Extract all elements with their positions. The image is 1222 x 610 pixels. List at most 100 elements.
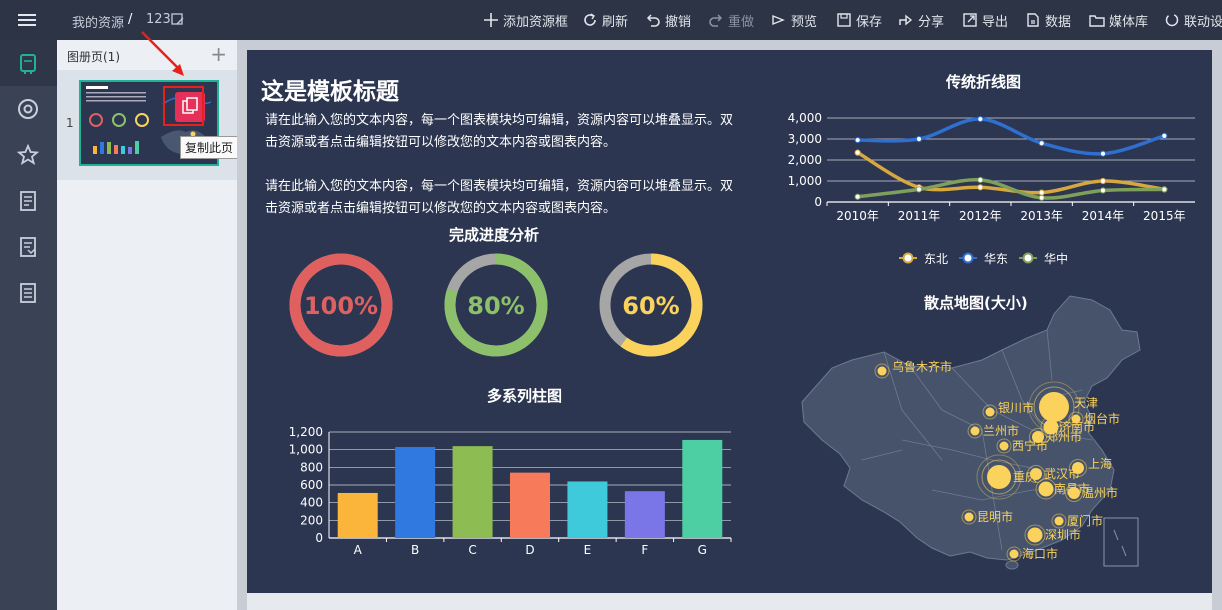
series-line-东北: [856, 151, 1165, 195]
share-icon: [899, 14, 913, 26]
favorites-tab-icon[interactable]: [14, 141, 42, 169]
city-point: [1038, 481, 1054, 497]
y-tick-label: 0: [315, 531, 323, 545]
bar-chart[interactable]: 0 200 400 600 800 1,000 1,200 A B C D E F G: [277, 422, 747, 567]
x-tick-label: B: [411, 543, 419, 557]
city-label: 兰州市: [983, 423, 1019, 438]
data-point: [854, 193, 861, 200]
y-tick-label: 1,000: [788, 174, 822, 188]
data-point: [1099, 187, 1107, 194]
redo-button[interactable]: 重做: [708, 10, 754, 30]
gauge-label: 80%: [467, 292, 524, 320]
data-point: [915, 186, 923, 193]
data-point: [1161, 186, 1168, 193]
add-resource-button[interactable]: 添加资源框: [483, 10, 568, 30]
city-point: [1030, 468, 1042, 480]
y-tick-label: 600: [300, 478, 323, 492]
document-tab-icon[interactable]: [14, 187, 42, 215]
x-tick-label: 2010年: [836, 209, 879, 223]
x-tick-label: 2015年: [1143, 209, 1186, 223]
data-point: [1099, 150, 1107, 157]
bar-b: [395, 447, 436, 538]
progress-chart-title: 完成进度分析: [449, 226, 540, 244]
note-tab-icon[interactable]: [14, 233, 42, 261]
bar-c: [452, 446, 493, 538]
bar-e: [567, 481, 608, 538]
pages-panel-header: 图册页(1): [67, 50, 120, 64]
breadcrumb-separator: /: [128, 12, 133, 27]
hamburger-menu-icon[interactable]: [18, 11, 36, 29]
city-point: [1054, 516, 1064, 526]
data-point: [854, 136, 861, 144]
legend-label: 东北: [924, 252, 948, 266]
city-point: [999, 441, 1009, 451]
data-point: [1038, 189, 1045, 196]
x-tick-label: 2014年: [1082, 209, 1125, 223]
city-label: 郑州市: [1046, 429, 1082, 444]
refresh-button[interactable]: 刷新: [582, 10, 628, 30]
scatter-map[interactable]: 乌鲁木齐市银川市兰州市西宁市天津烟台市济南市郑州市重庆武汉市上海南昌市温州市昆明…: [792, 290, 1212, 590]
page-number: 1: [66, 116, 74, 130]
x-tick-label: A: [354, 543, 363, 557]
preview-button[interactable]: 预览: [771, 10, 817, 30]
progress-gauges[interactable]: 100% 80% 60%: [247, 245, 727, 370]
components-tab-icon[interactable]: [14, 95, 42, 123]
city-point: [1072, 462, 1084, 474]
data-point: [1038, 194, 1045, 201]
city-label: 深圳市: [1045, 527, 1081, 542]
bar-chart-title: 多系列柱图: [487, 387, 563, 405]
city-label: 乌鲁木齐市: [892, 359, 952, 374]
data-point: [854, 149, 861, 156]
add-page-button[interactable]: +: [210, 42, 227, 66]
y-tick-label: 400: [300, 496, 323, 510]
city-point: [1027, 527, 1043, 543]
x-tick-label: 2011年: [898, 209, 941, 223]
x-tick-label: F: [641, 543, 648, 557]
data-point: [915, 135, 923, 143]
bar-g: [682, 439, 723, 538]
bar-f: [624, 491, 665, 538]
redo-icon: [709, 14, 723, 27]
breadcrumb-root[interactable]: 我的资源: [72, 12, 124, 31]
pages-panel: 图册页(1) + 1: [57, 40, 237, 610]
list-tab-icon[interactable]: [14, 279, 42, 307]
export-icon: [963, 13, 977, 27]
share-button[interactable]: 分享: [898, 10, 944, 30]
plus-icon: [484, 13, 498, 27]
text-block-1[interactable]: 请在此输入您的文本内容，每一个图表模块均可编辑，资源内容可以堆叠显示。双击资源或…: [265, 110, 735, 154]
y-tick-label: 3,000: [788, 132, 822, 146]
bar-d: [510, 472, 550, 538]
line-chart[interactable]: 0 1,000 2,000 3,000 4,000 2010年 2011年 2012年 2013…: [767, 110, 1212, 280]
data-button[interactable]: 数据: [1025, 10, 1071, 30]
text-block-2[interactable]: 请在此输入您的文本内容，每一个图表模块均可编辑，资源内容可以堆叠显示。双击资源或…: [265, 176, 735, 220]
city-point: [1032, 431, 1044, 443]
city-label: 昆明市: [977, 509, 1013, 524]
linkage-settings-button[interactable]: 联动设: [1164, 10, 1222, 30]
south-sea-islands: [1113, 529, 1127, 557]
undo-button[interactable]: 撤销: [645, 10, 691, 30]
legend-marker: [1022, 252, 1034, 264]
data-point: [1099, 177, 1107, 185]
legend-label: 华东: [984, 252, 1008, 266]
save-icon: [837, 13, 851, 27]
x-tick-label: 2012年: [959, 209, 1002, 223]
data-point: [977, 115, 984, 123]
city-label: 海口市: [1022, 546, 1058, 561]
save-button[interactable]: 保存: [836, 10, 882, 30]
slide-title[interactable]: 这是模板标题: [261, 72, 399, 106]
pages-tab-icon[interactable]: [14, 50, 42, 78]
legend-label: 华中: [1044, 251, 1068, 266]
copy-page-tooltip: 复制此页: [180, 136, 239, 159]
y-tick-label: 2,000: [788, 153, 822, 167]
eye-icon: [772, 14, 785, 26]
city-point: [1068, 487, 1080, 499]
red-arrow-annotation: [141, 31, 184, 76]
slide-canvas[interactable]: 这是模板标题 请在此输入您的文本内容，每一个图表模块均可编辑，资源内容可以堆叠显…: [247, 50, 1212, 593]
city-point: [970, 426, 980, 436]
export-button[interactable]: 导出: [962, 10, 1008, 30]
y-tick-label: 1,200: [289, 425, 323, 439]
line-chart-title: 传统折线图: [946, 73, 1022, 91]
edit-name-icon[interactable]: [171, 13, 184, 26]
series-line-华东: [857, 117, 1165, 156]
media-library-button[interactable]: 媒体库: [1089, 10, 1148, 30]
